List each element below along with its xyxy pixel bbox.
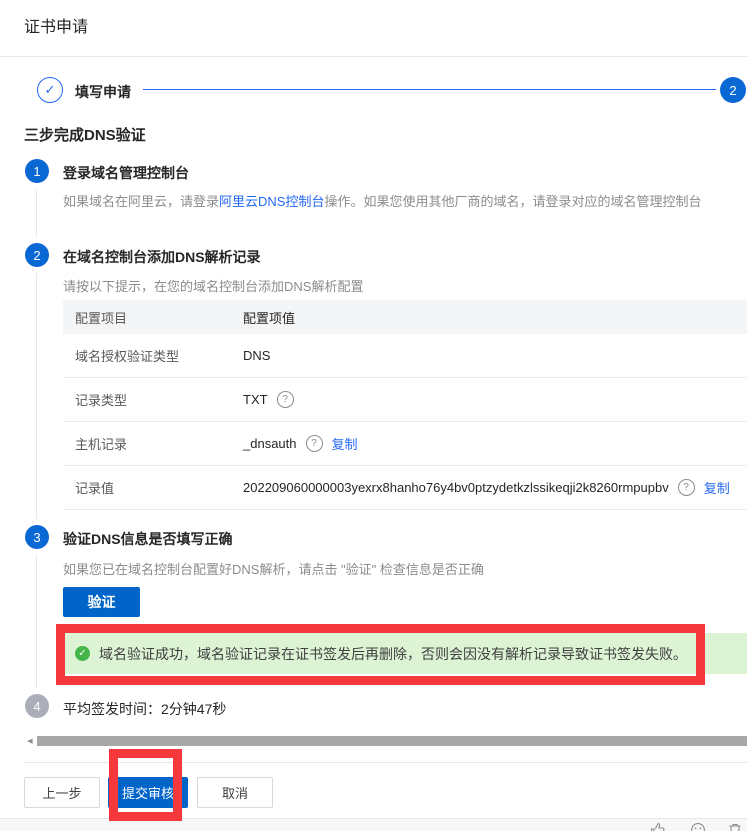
step-connector [36, 189, 37, 237]
success-message: 域名验证成功，域名验证记录在证书签发后再删除，否则会因没有解析记录导致证书签发失… [99, 644, 687, 664]
row-value: TXT [243, 392, 268, 407]
table-row: 记录值 202209060000003yexrx8hanho76y4bv0ptz… [63, 466, 747, 510]
step-2-badge: 2 [25, 243, 49, 267]
column-header-item: 配置项目 [63, 308, 243, 327]
verify-button[interactable]: 验证 [63, 587, 140, 617]
step-3-title: 验证DNS信息是否填写正确 [63, 529, 233, 549]
stepper-connector-line [143, 89, 716, 90]
step-connector [36, 273, 37, 519]
stepper-step-2-badge: 2 [720, 77, 746, 103]
section-heading: 三步完成DNS验证 [24, 124, 146, 145]
bottom-bar [0, 818, 747, 831]
step-1-description: 如果域名在阿里云，请登录阿里云DNS控制台操作。如果您使用其他厂商的域名，请登录… [63, 191, 701, 210]
previous-step-button[interactable]: 上一步 [24, 777, 100, 808]
trash-icon[interactable] [727, 822, 743, 831]
horizontal-scrollbar: ◀ [24, 735, 747, 747]
cancel-button[interactable]: 取消 [197, 777, 273, 808]
help-icon[interactable]: ? [678, 479, 695, 496]
step-1-desc-text: 操作。如果您使用其他厂商的域名，请登录对应的域名管理控制台 [324, 194, 701, 209]
copy-host-record-button[interactable]: 复制 [332, 434, 358, 453]
row-value: _dnsauth [243, 436, 297, 451]
stepper-current-label: 填写申请 [75, 82, 131, 102]
step-1-title: 登录域名管理控制台 [63, 163, 189, 183]
step-3-badge: 3 [25, 525, 49, 549]
step-2-description: 请按以下提示，在您的域名控制台添加DNS解析配置 [63, 276, 363, 295]
copy-record-value-button[interactable]: 复制 [704, 478, 730, 497]
aliyun-dns-console-link[interactable]: 阿里云DNS控制台 [219, 194, 324, 209]
step-2-title: 在域名控制台添加DNS解析记录 [63, 247, 261, 267]
help-icon[interactable]: ? [306, 435, 323, 452]
step-connector [36, 555, 37, 688]
scrollbar-thumb[interactable] [37, 736, 747, 746]
thumbs-up-icon[interactable] [650, 822, 666, 831]
success-check-icon: ✓ [75, 646, 90, 661]
row-label: 域名授权验证类型 [63, 346, 243, 365]
row-value: DNS [243, 348, 270, 363]
scroll-left-arrow-icon[interactable]: ◀ [24, 735, 36, 747]
help-icon[interactable]: ? [277, 391, 294, 408]
table-row: 主机记录 _dnsauth ? 复制 [63, 422, 747, 466]
check-icon: ✓ [45, 82, 56, 98]
table-header-row: 配置项目 配置项值 [63, 300, 747, 334]
page-header: 证书申请 [0, 0, 747, 57]
table-row: 域名授权验证类型 DNS [63, 334, 747, 378]
step-4-badge: 4 [25, 694, 49, 718]
dns-config-table: 配置项目 配置项值 域名授权验证类型 DNS 记录类型 TXT ? 主机记录 _… [63, 300, 747, 510]
row-label: 记录类型 [63, 390, 243, 409]
step-complete-check-icon: ✓ [37, 77, 63, 103]
row-value: 202209060000003yexrx8hanho76y4bv0ptzydet… [243, 480, 669, 495]
page-title: 证书申请 [24, 0, 88, 56]
column-header-value: 配置项值 [243, 308, 747, 327]
table-row: 记录类型 TXT ? [63, 378, 747, 422]
step-1-badge: 1 [25, 159, 49, 183]
row-label: 主机记录 [63, 434, 243, 453]
footer-divider [24, 762, 747, 763]
average-issue-time-label: 平均签发时间： [63, 701, 161, 717]
smiley-feedback-icon[interactable] [690, 822, 706, 831]
step-3-description: 如果您已在域名控制台配置好DNS解析，请点击 "验证" 检查信息是否正确 [63, 559, 484, 578]
row-label: 记录值 [63, 478, 243, 497]
success-alert: ✓ 域名验证成功，域名验证记录在证书签发后再删除，否则会因没有解析记录导致证书签… [63, 633, 747, 674]
average-issue-time-value: 2分钟47秒 [161, 701, 226, 717]
certificate-application-page: 证书申请 ✓ 填写申请 2 三步完成DNS验证 1 登录域名管理控制台 如果域名… [0, 0, 747, 831]
average-issue-time: 平均签发时间：2分钟47秒 [63, 699, 226, 719]
step-1-desc-text: 如果域名在阿里云，请登录 [63, 194, 219, 209]
submit-review-button[interactable]: 提交审核 [108, 777, 188, 808]
